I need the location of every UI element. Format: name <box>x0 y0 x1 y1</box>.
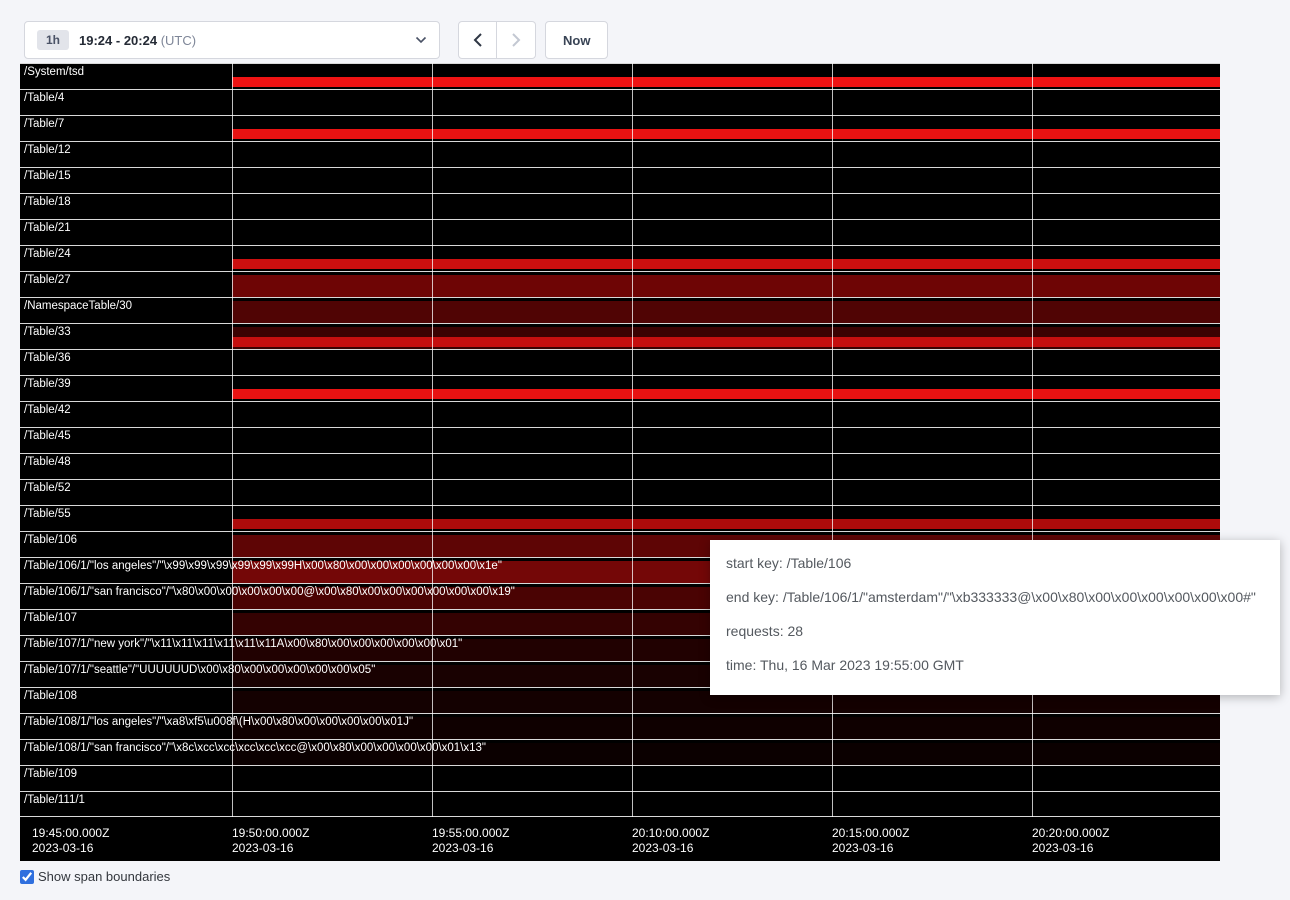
heat-band[interactable] <box>232 519 1220 529</box>
row-key-label: /Table/15 <box>24 170 71 183</box>
row-key-label: /Table/33 <box>24 326 71 339</box>
next-range-button[interactable] <box>497 21 536 59</box>
heatmap-row[interactable]: /System/tsd <box>20 63 1220 89</box>
chevron-left-icon <box>473 32 483 48</box>
tooltip-time: time: Thu, 16 Mar 2023 19:55:00 GMT <box>726 655 1264 675</box>
tooltip-start-key: start key: /Table/106 <box>726 553 1264 573</box>
heatmap-row[interactable]: /Table/109 <box>20 765 1220 791</box>
row-key-label: /Table/52 <box>24 482 71 495</box>
row-key-label: /Table/36 <box>24 352 71 365</box>
range-text: 19:24 - 20:24 (UTC) <box>79 33 196 48</box>
tooltip-end-key: end key: /Table/106/1/"amsterdam"/"\xb33… <box>726 587 1264 607</box>
row-key-label: /Table/106 <box>24 534 77 547</box>
toolbar: 1h 19:24 - 20:24 (UTC) Now <box>0 0 1290 59</box>
heatmap-row[interactable]: /Table/7 <box>20 115 1220 141</box>
row-key-label: /Table/55 <box>24 508 71 521</box>
key-visualizer-canvas[interactable]: /System/tsd/Table/4/Table/7/Table/12/Tab… <box>20 63 1220 861</box>
heatmap-row[interactable]: /Table/111/1 <box>20 791 1220 817</box>
heat-band[interactable] <box>232 259 1220 269</box>
row-key-label: /System/tsd <box>24 66 84 79</box>
heat-band[interactable] <box>232 77 1220 87</box>
footer: Show span boundaries <box>20 869 1290 884</box>
heatmap-row[interactable]: /Table/39 <box>20 375 1220 401</box>
heat-band[interactable] <box>232 129 1220 139</box>
heat-band[interactable] <box>232 275 1220 297</box>
row-key-label: /Table/7 <box>24 118 64 131</box>
time-gridline <box>632 63 633 817</box>
row-key-label: /Table/27 <box>24 274 71 287</box>
row-key-label: /Table/106/1/"san francisco"/"\x80\x00\x… <box>24 586 515 599</box>
row-key-label: /Table/107/1/"seattle"/"UUUUUUD\x00\x80\… <box>24 664 375 677</box>
row-key-label: /Table/4 <box>24 92 64 105</box>
heatmap-row[interactable]: /Table/15 <box>20 167 1220 193</box>
row-key-label: /Table/39 <box>24 378 71 391</box>
heatmap-row[interactable]: /NamespaceTable/30 <box>20 297 1220 323</box>
row-key-label: /Table/108 <box>24 690 77 703</box>
heatmap-row[interactable]: /Table/4 <box>20 89 1220 115</box>
heatmap-row[interactable]: /Table/36 <box>20 349 1220 375</box>
time-gridline <box>432 63 433 817</box>
row-key-label: /Table/109 <box>24 768 77 781</box>
x-axis-tick: 20:10:00.000Z2023-03-16 <box>632 826 709 856</box>
heatmap-rows: /System/tsd/Table/4/Table/7/Table/12/Tab… <box>20 63 1220 817</box>
range-value: 19:24 - 20:24 <box>79 33 157 48</box>
time-range-select[interactable]: 1h 19:24 - 20:24 (UTC) <box>24 21 440 59</box>
row-key-label: /Table/108/1/"san francisco"/"\x8c\xcc\x… <box>24 742 486 755</box>
x-axis-tick: 19:45:00.000Z2023-03-16 <box>32 826 109 856</box>
row-key-label: /Table/18 <box>24 196 71 209</box>
tooltip-requests: requests: 28 <box>726 621 1264 641</box>
show-span-boundaries-checkbox[interactable] <box>20 870 34 884</box>
row-key-label: /Table/48 <box>24 456 71 469</box>
row-key-label: /Table/107 <box>24 612 77 625</box>
row-key-label: /Table/111/1 <box>24 794 85 807</box>
time-gridline <box>832 63 833 817</box>
heatmap-row[interactable]: /Table/55 <box>20 505 1220 531</box>
heatmap-row[interactable]: /Table/52 <box>20 479 1220 505</box>
chevron-down-icon <box>415 36 427 44</box>
span-tooltip: start key: /Table/106 end key: /Table/10… <box>710 540 1280 695</box>
heatmap-row[interactable]: /Table/18 <box>20 193 1220 219</box>
heat-band[interactable] <box>232 301 1220 323</box>
chevron-right-icon <box>511 32 521 48</box>
row-key-label: /NamespaceTable/30 <box>24 300 132 313</box>
x-axis-tick: 19:50:00.000Z2023-03-16 <box>232 826 309 856</box>
range-timezone: (UTC) <box>161 33 196 48</box>
time-gridline <box>232 63 233 817</box>
time-nav-group <box>458 21 536 59</box>
heatmap-row[interactable]: /Table/21 <box>20 219 1220 245</box>
x-axis: 19:45:00.000Z2023-03-16 19:50:00.000Z2023… <box>20 817 1220 861</box>
heat-band-overlay[interactable] <box>232 337 1220 347</box>
x-axis-tick: 20:20:00.000Z2023-03-16 <box>1032 826 1109 856</box>
row-key-label: /Table/21 <box>24 222 71 235</box>
time-gridline <box>1032 63 1033 817</box>
heatmap-row[interactable]: /Table/33 <box>20 323 1220 349</box>
heatmap-row[interactable]: /Table/12 <box>20 141 1220 167</box>
heatmap-row[interactable]: /Table/108/1/"san francisco"/"\x8c\xcc\x… <box>20 739 1220 765</box>
heatmap-row[interactable]: /Table/45 <box>20 427 1220 453</box>
row-key-label: /Table/106/1/"los angeles"/"\x99\x99\x99… <box>24 560 502 573</box>
row-key-label: /Table/12 <box>24 144 71 157</box>
x-axis-tick: 20:15:00.000Z2023-03-16 <box>832 826 909 856</box>
heatmap-row[interactable]: /Table/27 <box>20 271 1220 297</box>
heatmap-row[interactable]: /Table/24 <box>20 245 1220 271</box>
show-span-boundaries-label: Show span boundaries <box>38 869 170 884</box>
row-key-label: /Table/42 <box>24 404 71 417</box>
heatmap-row[interactable]: /Table/42 <box>20 401 1220 427</box>
range-duration-badge: 1h <box>37 30 69 50</box>
heatmap-row[interactable]: /Table/48 <box>20 453 1220 479</box>
now-button[interactable]: Now <box>545 21 608 59</box>
row-key-label: /Table/108/1/"los angeles"/"\xa8\xf5\u00… <box>24 716 413 729</box>
x-axis-tick: 19:55:00.000Z2023-03-16 <box>432 826 509 856</box>
prev-range-button[interactable] <box>458 21 497 59</box>
heatmap-row[interactable]: /Table/108/1/"los angeles"/"\xa8\xf5\u00… <box>20 713 1220 739</box>
row-key-label: /Table/45 <box>24 430 71 443</box>
row-key-label: /Table/24 <box>24 248 71 261</box>
heat-band[interactable] <box>232 389 1220 399</box>
row-key-label: /Table/107/1/"new york"/"\x11\x11\x11\x1… <box>24 638 462 651</box>
